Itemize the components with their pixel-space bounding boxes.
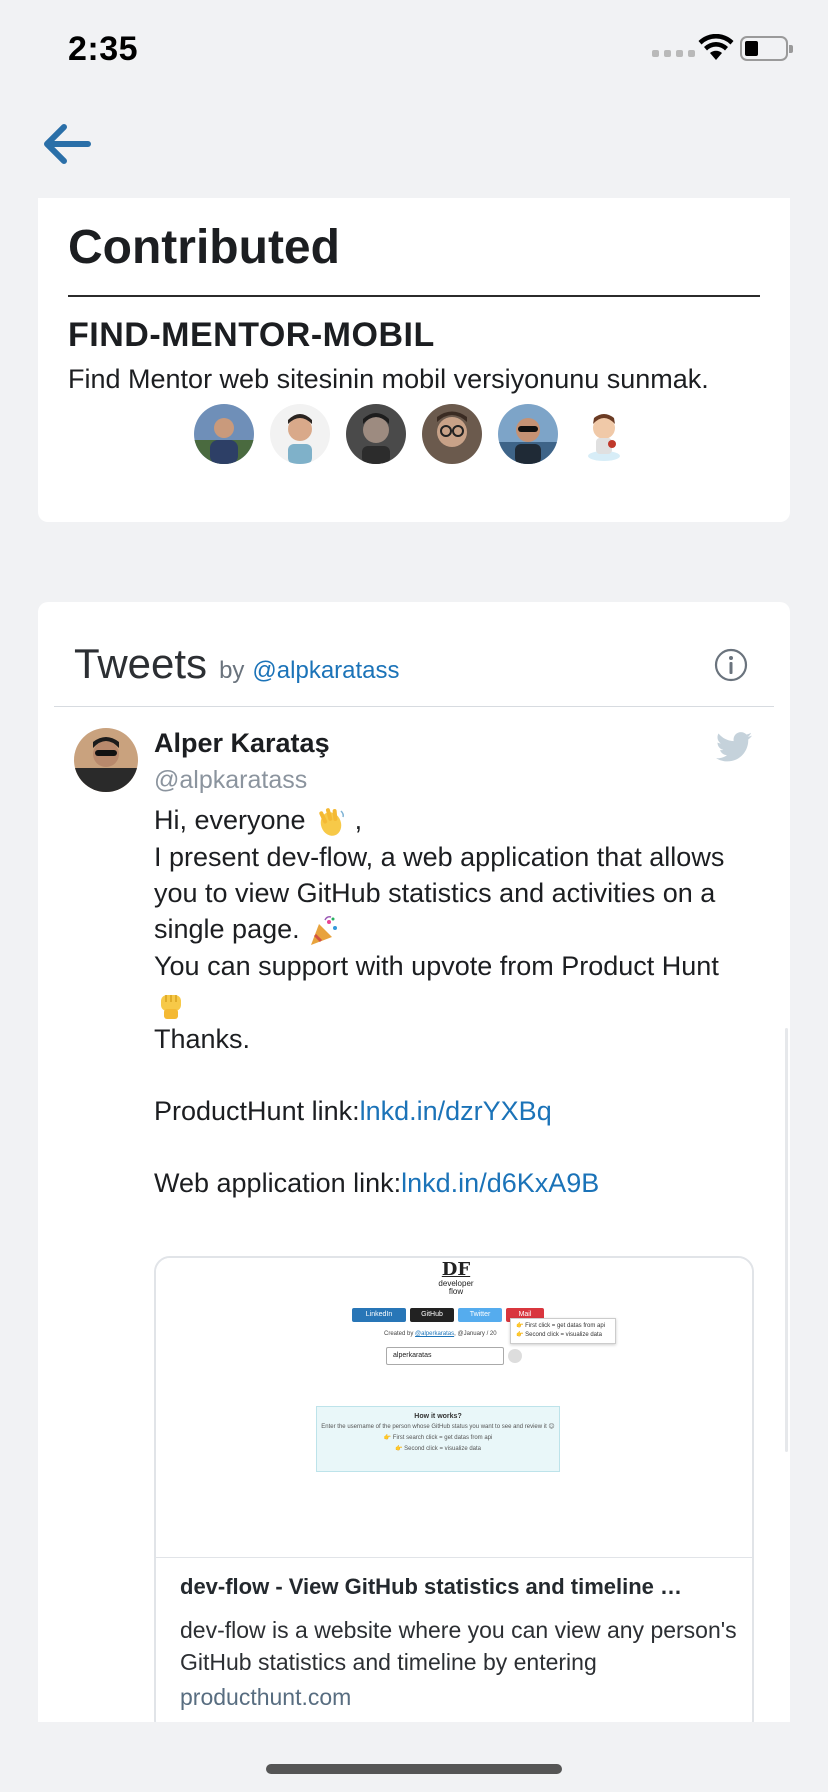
project-description: Find Mentor web sitesinin mobil versiyon…	[68, 364, 709, 394]
party-popper-icon	[311, 915, 338, 945]
link-preview-card[interactable]: DF developer flow LinkedIn GitHub Twitte…	[154, 1256, 754, 1722]
tweet-author-avatar[interactable]	[74, 728, 138, 792]
tweets-handle-link[interactable]: @alpkaratass	[252, 657, 399, 685]
link-preview-description: dev-flow is a website where you can view…	[180, 1617, 737, 1675]
contributor-avatar[interactable]	[574, 404, 634, 464]
contributor-avatar[interactable]	[194, 404, 254, 464]
scrollbar[interactable]	[785, 1028, 788, 1452]
contributor-avatars	[194, 404, 634, 464]
preview-search-icon	[508, 1349, 522, 1363]
dev-flow-logo: DF developer flow	[438, 1259, 474, 1296]
info-icon[interactable]	[714, 648, 748, 682]
tweets-title: Tweets	[74, 640, 208, 687]
web-app-label: Web application link:	[154, 1167, 402, 1198]
link-preview-domain[interactable]: producthunt.com	[180, 1684, 351, 1711]
status-bar: 2:35	[0, 0, 828, 100]
tweet-author-name[interactable]: Alper Karataş	[154, 728, 330, 759]
wifi-icon	[698, 34, 734, 60]
preview-created-by: Created by @alperkaratas, @January / 20	[384, 1331, 497, 1337]
tweet-line: Thanks.	[154, 1023, 251, 1054]
producthunt-link[interactable]: lnkd.in/dzrYXBq	[360, 1096, 552, 1126]
divider	[54, 706, 774, 707]
link-preview-title[interactable]: dev-flow - View GitHub statistics and ti…	[180, 1574, 740, 1600]
cellular-signal-icon	[652, 50, 695, 57]
raised-fist-icon	[161, 994, 181, 1019]
preview-tooltip: 👉 First click = get datas from api 👉 Sec…	[510, 1318, 616, 1344]
project-name[interactable]: FIND-MENTOR-MOBIL	[68, 316, 435, 355]
preview-github-button: GitHub	[410, 1308, 454, 1322]
web-app-link[interactable]: lnkd.in/d6KxA9B	[401, 1168, 599, 1198]
status-time: 2:35	[68, 30, 139, 68]
back-arrow-icon[interactable]	[38, 118, 94, 170]
tweet-line: Hi, everyone	[154, 805, 306, 835]
link-preview-image: DF developer flow LinkedIn GitHub Twitte…	[156, 1258, 752, 1558]
tweet-line: You can support with upvote from Product…	[154, 950, 719, 981]
tweet-line: I present dev-flow, a web application th…	[154, 841, 725, 944]
contributor-avatar[interactable]	[498, 404, 558, 464]
waving-hand-icon	[319, 808, 345, 836]
home-indicator[interactable]	[266, 1764, 562, 1774]
tweet-line-suffix: ,	[354, 805, 363, 835]
preview-twitter-button: Twitter	[458, 1308, 502, 1322]
tweet-author-handle[interactable]: @alpkaratass	[154, 766, 307, 795]
tweets-header: Tweets by @alpkaratass	[74, 640, 400, 688]
tweets-by-label: by	[219, 657, 245, 684]
contributor-avatar[interactable]	[422, 404, 482, 464]
tweets-card: Tweets by @alpkaratass Alper Karataş @al…	[38, 602, 790, 1722]
battery-icon	[740, 36, 793, 61]
contributed-title: Contributed	[68, 221, 340, 274]
preview-linkedin-button: LinkedIn	[352, 1308, 406, 1322]
tweet-text: Hi, everyone , I present dev-flow, a web…	[154, 802, 764, 1201]
twitter-bird-icon[interactable]	[716, 732, 752, 762]
producthunt-label: ProductHunt link:	[154, 1095, 360, 1126]
preview-how-it-works: How it works? Enter the username of the …	[316, 1406, 560, 1472]
preview-search-input: alperkaratas	[386, 1347, 504, 1365]
divider	[68, 295, 760, 297]
contributed-card: Contributed FIND-MENTOR-MOBIL Find Mento…	[38, 198, 790, 522]
contributor-avatar[interactable]	[346, 404, 406, 464]
contributor-avatar[interactable]	[270, 404, 330, 464]
